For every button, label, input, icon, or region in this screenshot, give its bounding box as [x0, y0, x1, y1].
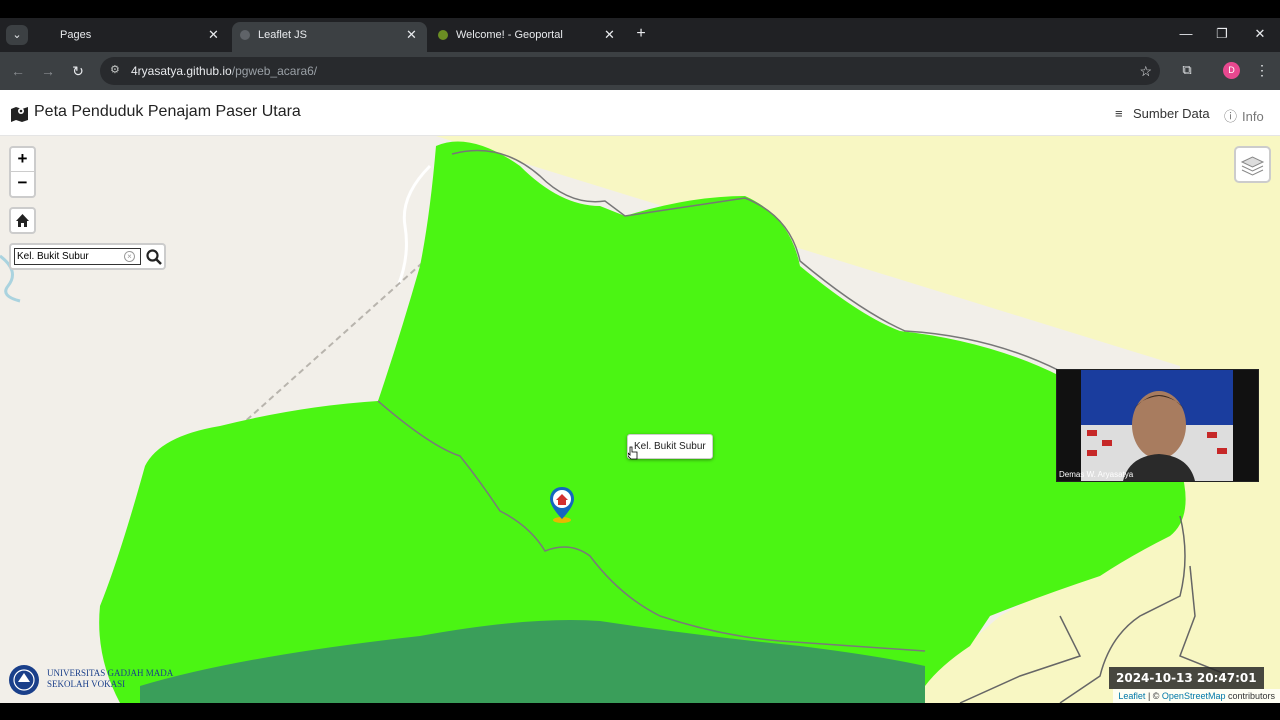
url-path: /pgweb_acara6/: [231, 64, 318, 78]
search-control: ×: [9, 243, 166, 270]
recording-timestamp: 2024-10-13 20:47:01: [1109, 667, 1264, 689]
map-attribution: Leaflet | © OpenStreetMap contributors: [1113, 689, 1280, 703]
tab-close-icon[interactable]: ✕: [208, 22, 219, 48]
info-label: Info: [1242, 109, 1264, 124]
sumber-data-label: Sumber Data: [1133, 106, 1210, 121]
site-settings-icon[interactable]: ⚙: [110, 63, 124, 77]
window-close-icon[interactable]: ✕: [1250, 20, 1270, 48]
sumber-data-link[interactable]: ≡ Sumber Data: [1115, 106, 1210, 121]
tab-label: Leaflet JS: [258, 29, 307, 41]
tab-label: Pages: [60, 29, 92, 41]
browser-tab-strip: ⌄ Pages ✕ Leaflet JS ✕ Welcome! - Geopor…: [0, 18, 1280, 52]
minimize-icon[interactable]: —: [1176, 20, 1196, 48]
extensions-puzzle-icon[interactable]: ⧉: [1179, 61, 1195, 79]
ugm-logo-icon: [9, 665, 39, 695]
layer-group-icon: ≡: [1115, 106, 1123, 121]
info-circle-icon: ⓘ: [1224, 109, 1238, 124]
layers-control[interactable]: [1234, 146, 1271, 183]
app-navbar: Peta Penduduk Penajam Paser Utara ≡ Sumbe…: [0, 90, 1280, 136]
tab-close-icon[interactable]: ✕: [406, 22, 417, 48]
search-icon[interactable]: [145, 248, 163, 266]
layers-icon: [1240, 156, 1265, 176]
tab-search-button[interactable]: ⌄: [6, 25, 28, 45]
webcam-video: [1081, 370, 1233, 481]
url-text[interactable]: 4ryasatya.github.io/pgweb_acara6/: [131, 63, 317, 79]
tab-geoportal[interactable]: Welcome! - Geoportal ✕: [430, 22, 625, 52]
attribution-separator: | ©: [1145, 691, 1162, 701]
browser-menu-icon[interactable]: ⋮: [1255, 60, 1269, 80]
hand-cursor-icon: [628, 446, 638, 460]
restore-icon[interactable]: ❐: [1212, 20, 1232, 48]
logo-line-1: UNIVERSITAS GADJAH MADA: [47, 668, 174, 678]
leaflet-map[interactable]: + − × Kel. Bukit Subur: [0, 136, 1280, 703]
map-icon: [11, 107, 28, 122]
logo-line-2: SEKOLAH VOKASI: [47, 679, 126, 689]
bookmark-star-icon[interactable]: ☆: [1139, 62, 1152, 80]
tab-leaflet-js[interactable]: Leaflet JS ✕: [232, 22, 427, 52]
globe-favicon-icon: [240, 30, 250, 40]
new-tab-plus-icon[interactable]: +: [633, 22, 649, 46]
home-button[interactable]: [9, 207, 36, 234]
zoom-control: + −: [9, 146, 36, 198]
url-host: 4ryasatya.github.io: [131, 64, 232, 78]
tab-label: Welcome! - Geoportal: [456, 29, 563, 41]
ugm-logo-text: UNIVERSITAS GADJAH MADA SEKOLAH VOKASI: [47, 668, 173, 690]
webcam-overlay: Demas W. Aryasatya: [1056, 369, 1259, 482]
reload-icon[interactable]: ↻: [68, 60, 88, 82]
tab-pages[interactable]: Pages ✕: [36, 22, 231, 52]
screen-bottom-border: [0, 703, 1280, 720]
webcam-name-label: Demas W. Aryasatya: [1059, 470, 1134, 479]
home-icon: [16, 214, 29, 227]
back-arrow-icon[interactable]: ←: [8, 60, 28, 82]
tab-close-icon[interactable]: ✕: [604, 22, 615, 48]
zoom-in-button[interactable]: +: [11, 148, 34, 172]
browser-toolbar: ← → ↻ ⚙ 4ryasatya.github.io/pgweb_acara6…: [0, 52, 1280, 90]
search-clear-icon[interactable]: ×: [124, 251, 135, 262]
osm-link[interactable]: OpenStreetMap: [1162, 691, 1226, 701]
polygon-tooltip: Kel. Bukit Subur: [627, 434, 713, 459]
shield-favicon-icon: [438, 30, 448, 40]
screen-top-border: [0, 0, 1280, 18]
leaflet-link[interactable]: Leaflet: [1118, 691, 1145, 701]
address-bar[interactable]: ⚙ 4ryasatya.github.io/pgweb_acara6/ ☆: [100, 57, 1160, 85]
profile-avatar[interactable]: D: [1223, 62, 1240, 79]
search-input[interactable]: [14, 248, 141, 265]
info-link[interactable]: ⓘ Info: [1224, 106, 1264, 125]
attribution-suffix: contributors: [1225, 691, 1275, 701]
zoom-out-button[interactable]: −: [11, 172, 34, 196]
house-marker-icon[interactable]: [548, 486, 576, 524]
page-title: Peta Penduduk Penajam Paser Utara: [34, 103, 301, 120]
forward-arrow-icon[interactable]: →: [38, 60, 58, 82]
